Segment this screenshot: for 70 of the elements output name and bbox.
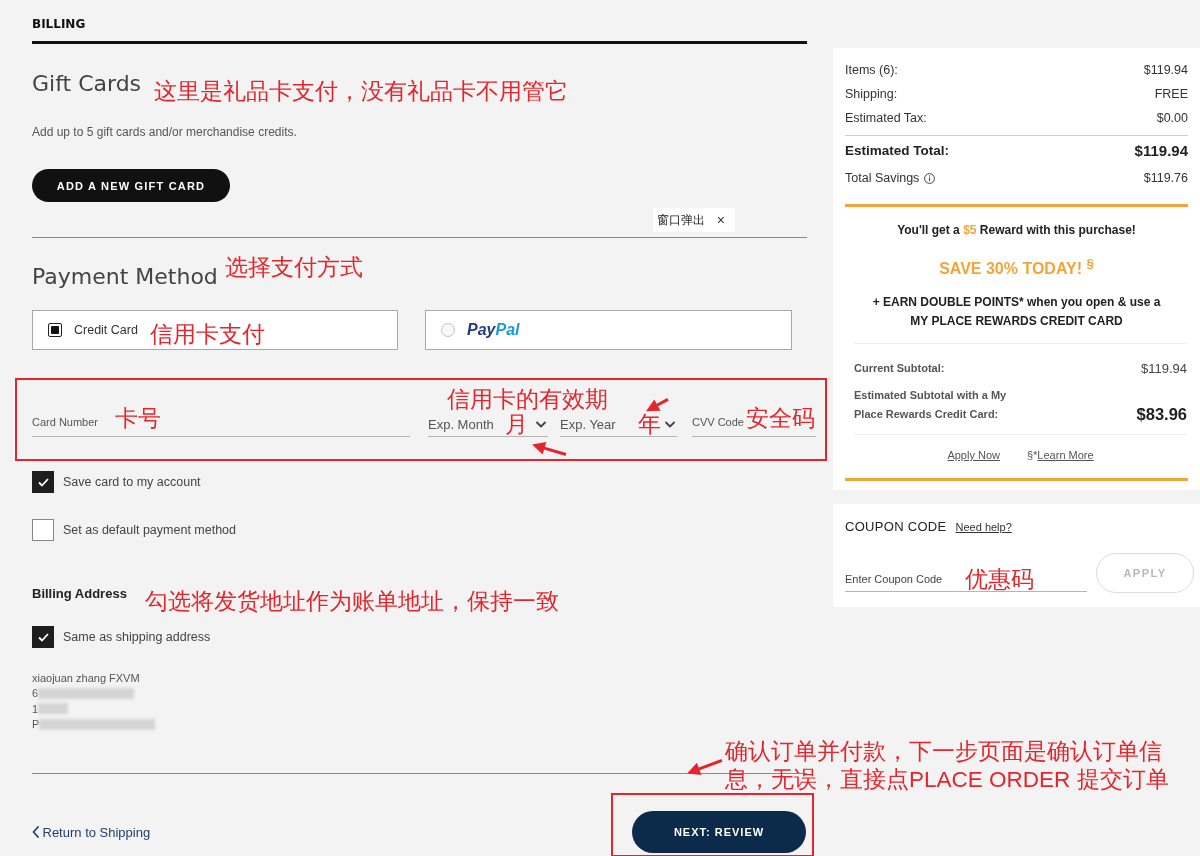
summary-label: Total Savings (845, 170, 920, 187)
subtotal-label: Current Subtotal: (854, 360, 945, 376)
chevron-down-icon (665, 421, 675, 428)
reward-text: You'll get a $5 Reward with this purchase! (897, 222, 1136, 239)
annotation-text: 勾选将发货地址作为账单地址，保持一致 (144, 588, 559, 614)
next-review-button[interactable]: NEXT: REVIEW (632, 811, 806, 853)
annotation-text: 信用卡的有效期 (447, 386, 608, 412)
address-line: 6 (32, 687, 39, 700)
subtotal-label: Estimated Subtotal with a My Place Rewards Credit Card: (854, 388, 1008, 423)
payment-option[interactable]: Credit Card 信用卡支付 (32, 310, 398, 350)
section-heading: Payment Method (32, 263, 218, 291)
radio-button[interactable] (48, 323, 62, 337)
payment-option[interactable]: PayPal (425, 310, 792, 350)
info-icon[interactable] (924, 172, 936, 184)
checkbox-label: Set as default payment method (63, 523, 237, 537)
return-to-shipping-link[interactable]: Return to Shipping (32, 824, 151, 840)
annotation-text: 安全码 (746, 407, 815, 429)
popup-text: 窗口弹出 (656, 211, 705, 229)
cvv-field[interactable]: CVV Code 安全码 (692, 407, 816, 437)
checkbox[interactable] (32, 519, 54, 541)
summary-value: $119.76 (1143, 170, 1188, 187)
section-heading: Gift Cards (32, 70, 142, 98)
learn-more-link[interactable]: Learn More (1037, 447, 1094, 464)
footnote-mark: §* (1026, 448, 1038, 464)
checkbox[interactable] (32, 471, 54, 493)
billing-address-heading: Billing Address (32, 585, 127, 603)
promo-text: SAVE 30% TODAY! $^{§}$ (939, 255, 1094, 280)
annotation-arrow (687, 758, 723, 775)
add-gift-card-button[interactable]: ADD A NEW GIFT CARD (32, 169, 230, 202)
annotation-text: 月 (505, 413, 528, 435)
subtotal-value: $119.94 (1140, 359, 1187, 378)
section-title: BILLING (32, 16, 86, 32)
close-button[interactable]: × (716, 213, 725, 227)
address-line: P (32, 718, 40, 731)
annotation-arrow (532, 442, 567, 457)
chevron-left-icon (32, 826, 40, 838)
summary-label: Estimated Total: (845, 142, 949, 160)
option-label: Credit Card (74, 323, 138, 337)
card-number-field[interactable]: Card Number 卡号 (32, 407, 410, 437)
address-line: xiaojuan zhang FXVM (32, 671, 140, 684)
summary-value: $0.00 (1156, 110, 1188, 127)
checkbox[interactable] (32, 626, 54, 648)
annotation-text: 信用卡支付 (149, 321, 265, 347)
coupon-title: COUPON CODE (845, 518, 947, 537)
checkmark-icon (37, 632, 49, 642)
summary-value: $119.94 (1134, 141, 1188, 161)
annotation-text: 选择支付方式 (224, 254, 363, 280)
address-line: 1 (32, 702, 39, 715)
chevron-down-icon (536, 421, 546, 428)
summary-value: FREE (1154, 86, 1188, 103)
exp-month-select[interactable]: Exp. Month 月 (428, 413, 548, 437)
summary-label: Estimated Tax: (845, 110, 927, 127)
checkmark-icon (37, 477, 49, 487)
paypal-logo: PayPal (467, 321, 520, 339)
annotation-text: 确认订单并付款，下一步页面是确认订单信息，无误，直接点PLACE ORDER 提交订单 (725, 738, 1170, 794)
apply-now-link[interactable]: Apply Now (947, 447, 1000, 464)
annotation-text: 这里是礼品卡支付，没有礼品卡不用管它 (154, 78, 569, 104)
annotation-text: 优惠码 (965, 568, 1034, 591)
annotation-arrow (646, 397, 669, 411)
summary-label: Items (6): (845, 62, 898, 79)
annotation-text: 卡号 (115, 407, 161, 429)
annotation-text: 年 (638, 413, 661, 435)
summary-value: $119.94 (1143, 62, 1188, 79)
checkbox-label: Save card to my account (63, 475, 201, 489)
offer-text: + EARN DOUBLE POINTS* when you open & use a MY PLACE REWARDS CREDIT CARD (871, 294, 1162, 331)
checkbox-label: Same as shipping address (63, 630, 211, 644)
subtotal-value: $83.96 (1136, 404, 1187, 425)
summary-label: Shipping: (845, 86, 898, 103)
exp-year-select[interactable]: Exp. Year 年 (560, 413, 677, 437)
description-text: Add up to 5 gift cards and/or merchandise credits. (32, 124, 297, 140)
